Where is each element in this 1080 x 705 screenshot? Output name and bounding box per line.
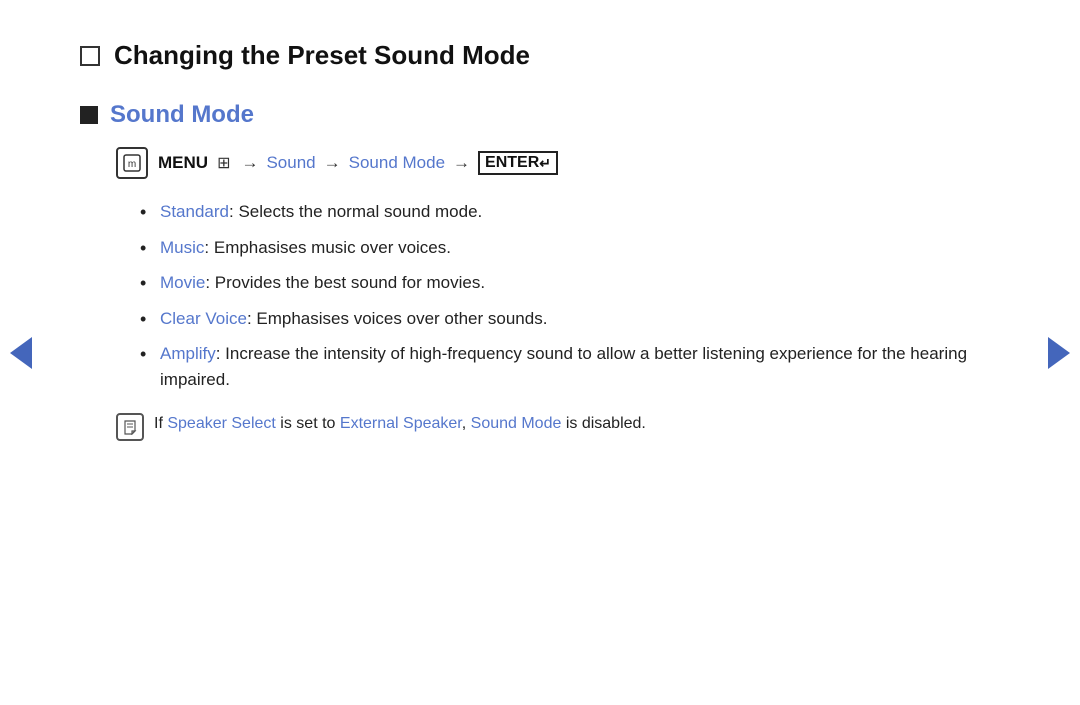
term-clear-voice: Clear Voice [160,309,247,328]
note-speaker-select: Speaker Select [167,415,276,432]
note-text: If Speaker Select is set to External Spe… [154,412,646,436]
main-title-text: Changing the Preset Sound Mode [114,40,530,71]
menu-icon: m [116,147,148,179]
nav-arrow-2: → [324,153,341,173]
enter-button: ENTER↵ [478,151,558,175]
sound-link[interactable]: Sound [266,153,315,173]
enter-label: ENTER [485,154,539,172]
note-external-speaker: External Speaker [340,415,462,432]
main-title-block: Changing the Preset Sound Mode [80,40,1000,71]
section-title-text: Sound Mode [110,101,254,129]
term-music: Music [160,238,204,257]
nav-arrow-1: → [241,153,258,173]
list-item: Clear Voice: Emphasises voices over othe… [140,306,1000,332]
term-movie: Movie [160,273,205,292]
section-square-icon [80,106,98,124]
list-item: Amplify: Increase the intensity of high-… [140,341,1000,392]
menu-navigation-line: m MENU ⊞ → Sound → Sound Mode → ENTER↵ [116,147,1000,179]
list-item: Movie: Provides the best sound for movie… [140,270,1000,296]
sound-mode-link[interactable]: Sound Mode [349,153,445,173]
desc-standard: : Selects the normal sound mode. [229,202,482,221]
list-item: Music: Emphasises music over voices. [140,235,1000,261]
note-sound-mode: Sound Mode [471,415,562,432]
desc-clear-voice: : Emphasises voices over other sounds. [247,309,547,328]
note-line: If Speaker Select is set to External Spe… [116,412,1000,441]
note-icon [116,413,144,441]
nav-arrow-right[interactable] [1048,337,1070,369]
svg-text:m: m [128,159,136,170]
bullet-list: Standard: Selects the normal sound mode.… [140,199,1000,392]
title-checkbox-icon [80,46,100,66]
arrow-1: ⊞ [217,153,230,173]
page-container: Changing the Preset Sound Mode Sound Mod… [0,0,1080,481]
enter-arrow-icon: ↵ [539,155,551,172]
nav-arrow-3: → [453,153,470,173]
section-title-block: Sound Mode [80,101,1000,129]
term-amplify: Amplify [160,344,216,363]
term-standard: Standard [160,202,229,221]
desc-amplify: : Increase the intensity of high-frequen… [160,344,967,389]
desc-music: : Emphasises music over voices. [204,238,451,257]
desc-movie: : Provides the best sound for movies. [205,273,485,292]
nav-arrow-left[interactable] [10,337,32,369]
list-item: Standard: Selects the normal sound mode. [140,199,1000,225]
menu-label: MENU [158,153,208,173]
